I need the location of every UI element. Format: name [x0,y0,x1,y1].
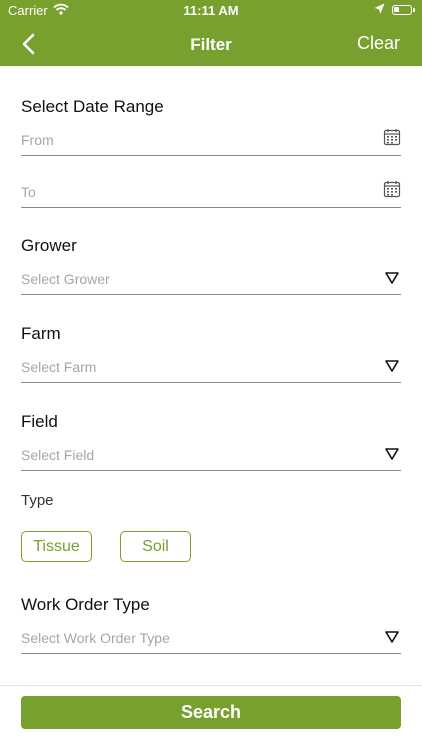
to-date-field[interactable]: To [21,178,401,208]
status-bar: Carrier 11:11 AM [0,0,422,22]
to-date-placeholder: To [21,184,36,200]
battery-icon [392,5,415,15]
nav-bar: Filter Clear [0,22,422,66]
farm-label: Farm [21,324,61,343]
triangle-down-icon [385,272,399,284]
triangle-down-icon [385,631,399,643]
type-label: Type [21,492,54,509]
status-time: 11:11 AM [183,3,239,18]
bottom-divider [0,685,422,686]
work-order-type-select[interactable]: Select Work Order Type [21,624,401,654]
type-option-soil[interactable]: Soil [120,531,191,562]
triangle-down-icon [385,448,399,460]
farm-select[interactable]: Select Farm [21,353,401,383]
from-date-placeholder: From [21,132,54,148]
search-button[interactable]: Search [21,696,401,729]
field-select[interactable]: Select Field [21,441,401,471]
calendar-icon[interactable] [383,128,401,146]
location-arrow-icon [374,3,385,18]
triangle-down-icon [385,360,399,372]
from-date-field[interactable]: From [21,126,401,156]
clear-button[interactable]: Clear [357,33,400,54]
work-order-type-placeholder: Select Work Order Type [21,630,170,646]
field-placeholder: Select Field [21,447,95,463]
work-order-type-label: Work Order Type [21,595,150,614]
grower-select[interactable]: Select Grower [21,265,401,295]
grower-label: Grower [21,236,77,255]
type-option-tissue[interactable]: Tissue [21,531,92,562]
date-range-label: Select Date Range [21,97,164,116]
grower-placeholder: Select Grower [21,271,110,287]
field-label: Field [21,412,58,431]
farm-placeholder: Select Farm [21,359,97,375]
calendar-icon[interactable] [383,180,401,198]
